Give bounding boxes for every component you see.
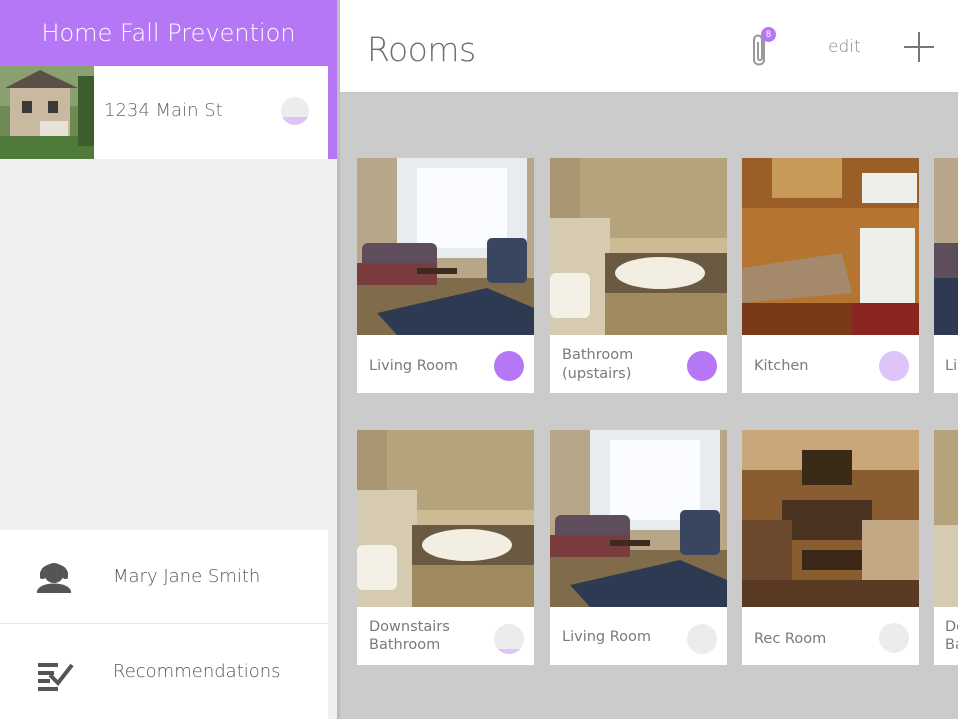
- bathroom-photo: [357, 430, 534, 607]
- room-name-line1: Downstairs: [369, 619, 450, 635]
- living-room-photo: [550, 430, 727, 607]
- sidebar-divider: [337, 0, 340, 719]
- checklist-icon: [38, 663, 74, 691]
- room-name-line2: (upstairs): [562, 366, 632, 382]
- user-name: Mary Jane Smith: [113, 566, 261, 587]
- room-name: Liv: [945, 358, 958, 374]
- room-card[interactable]: Downstairs Bathroom: [357, 430, 534, 665]
- room-card[interactable]: Liv: [934, 158, 958, 393]
- app-title: Home Fall Prevention: [0, 0, 337, 66]
- room-name-line1: Bathroom: [562, 347, 634, 363]
- room-name-line1: Do: [945, 619, 958, 635]
- room-status-empty: [687, 624, 717, 654]
- room-status-complete: [687, 351, 717, 381]
- top-bar: Rooms 8 edit: [340, 0, 958, 93]
- room-card[interactable]: Rec Room: [742, 430, 919, 665]
- room-status-partial: [879, 351, 909, 381]
- recommendations-label: Recommendations: [113, 661, 281, 682]
- room-status-empty: [879, 623, 909, 653]
- home-address: 1234 Main St: [104, 100, 223, 121]
- living-room-photo: [357, 158, 534, 335]
- bathroom-photo: [934, 430, 958, 607]
- room-name-line2: Ba: [945, 637, 958, 653]
- room-status-started: [494, 624, 524, 654]
- room-name: Living Room: [369, 358, 459, 374]
- edit-button[interactable]: edit: [828, 37, 861, 57]
- living-room-photo: [934, 158, 958, 335]
- add-icon[interactable]: [902, 30, 936, 64]
- room-card[interactable]: Kitchen: [742, 158, 919, 393]
- room-name: Living Room: [562, 629, 652, 645]
- home-progress-fill: [281, 116, 309, 125]
- bathroom-photo: [550, 158, 727, 335]
- room-card[interactable]: Living Room: [550, 430, 727, 665]
- kitchen-photo: [742, 158, 919, 335]
- recommendations-item[interactable]: Recommendations: [0, 624, 328, 719]
- selected-indicator: [328, 66, 337, 159]
- room-status-complete: [494, 351, 524, 381]
- rec-room-photo: [742, 430, 919, 607]
- room-name-line2: Bathroom: [369, 637, 441, 653]
- sidebar: Home Fall Prevention 1234 Main St Mary J…: [0, 0, 337, 719]
- home-progress-indicator: [281, 97, 309, 125]
- house-photo: [0, 66, 94, 159]
- room-name: Kitchen: [754, 358, 809, 374]
- attachments-badge: 8: [761, 27, 776, 42]
- room-progress-fill: [494, 649, 524, 654]
- user-profile-item[interactable]: Mary Jane Smith: [0, 530, 328, 624]
- room-name: Rec Room: [754, 631, 827, 647]
- room-card[interactable]: Living Room: [357, 158, 534, 393]
- user-icon: [37, 563, 71, 593]
- room-card[interactable]: Do Ba: [934, 430, 958, 665]
- room-card[interactable]: Bathroom (upstairs): [550, 158, 727, 393]
- page-title: Rooms: [367, 30, 476, 69]
